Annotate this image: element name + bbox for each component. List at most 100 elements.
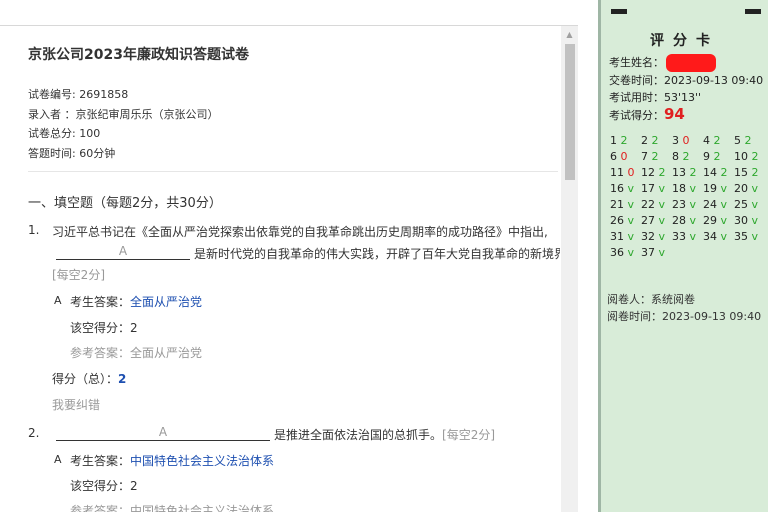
question-number: 2.: [28, 426, 40, 440]
vertical-scrollbar[interactable]: ▲: [561, 26, 578, 512]
question-score-cell[interactable]: 27 v: [641, 214, 665, 227]
exam-score-label: 考试得分：: [609, 109, 664, 122]
candidate-answer-value: 全面从严治党: [130, 295, 203, 309]
question-score-cell[interactable]: 29 v: [703, 214, 727, 227]
question-mark: 2: [658, 166, 666, 179]
exam-document: 京张公司2023年廉政知识答题试卷 试卷编号: 2691858 录入者 ：京张纪…: [0, 0, 578, 512]
question-index: 32: [641, 230, 659, 243]
question-index: 18: [672, 182, 690, 195]
question-score-cell[interactable]: 15 2: [734, 166, 759, 179]
question-mark: 0: [627, 166, 635, 179]
question-score-cell[interactable]: 32 v: [641, 230, 665, 243]
question-score-cell[interactable]: 30 v: [734, 214, 758, 227]
question-index: 15: [734, 166, 752, 179]
question-score-cell[interactable]: 28 v: [672, 214, 696, 227]
reference-answer: 参考答案：全面从严治党: [70, 346, 203, 360]
question-index: 35: [734, 230, 752, 243]
question-score-cell[interactable]: 25 v: [734, 198, 758, 211]
question-mark: v: [720, 198, 728, 211]
question-score-cell[interactable]: 24 v: [703, 198, 727, 211]
question-score-cell[interactable]: 22 v: [641, 198, 665, 211]
question-score-cell[interactable]: 2 2: [641, 134, 659, 147]
question-score-cell[interactable]: 4 2: [703, 134, 721, 147]
question-score-cell[interactable]: 17 v: [641, 182, 665, 195]
question-score-cell[interactable]: 26 v: [610, 214, 634, 227]
question-score-cell[interactable]: 10 2: [734, 150, 759, 163]
question-score-cell[interactable]: 11 0: [610, 166, 635, 179]
question-index: 27: [641, 214, 659, 227]
question-score-cell[interactable]: 21 v: [610, 198, 634, 211]
question-score-cell[interactable]: 33 v: [672, 230, 696, 243]
question-index: 3: [672, 134, 683, 147]
question-mark: 2: [713, 150, 721, 163]
question-mark: v: [627, 230, 635, 243]
total-score-value: 2: [118, 372, 127, 386]
question-score-cell[interactable]: 9 2: [703, 150, 721, 163]
score-card-title: 评分卡: [650, 33, 719, 49]
scroll-up-arrow-icon[interactable]: ▲: [561, 26, 578, 43]
points-note: [每空2分]: [442, 428, 496, 442]
black-bar-mark-icon: [611, 9, 627, 14]
question-index: 33: [672, 230, 690, 243]
question-score-cell[interactable]: 34 v: [703, 230, 727, 243]
question-mark: 2: [744, 134, 752, 147]
blank-score: 该空得分：2: [70, 479, 138, 493]
question-score-cell[interactable]: 36 v: [610, 246, 634, 259]
question-score-cell[interactable]: 18 v: [672, 182, 696, 195]
submit-time: 交卷时间：2023-09-13 09:40: [609, 74, 764, 87]
question-score-cell[interactable]: 8 2: [672, 150, 690, 163]
question-score-cell[interactable]: 35 v: [734, 230, 758, 243]
total-score-label: 得分（总）：: [52, 372, 119, 386]
question-index: 37: [641, 246, 659, 259]
question-index: 12: [641, 166, 659, 179]
question-mark: 2: [651, 134, 659, 147]
paper-duration: 答题时间: 60分钟: [28, 147, 116, 160]
grader: 阅卷人：系统阅卷: [607, 293, 695, 306]
question-score-cell[interactable]: 31 v: [610, 230, 634, 243]
question-index: 20: [734, 182, 752, 195]
question-score-cell[interactable]: 23 v: [672, 198, 696, 211]
question-index: 8: [672, 150, 683, 163]
panel-gap: [578, 0, 600, 512]
question-mark: v: [658, 246, 666, 259]
question-score-cell[interactable]: 1 2: [610, 134, 628, 147]
candidate-answer: 考生答案：全面从严治党: [70, 293, 202, 310]
paper-total-score: 试卷总分: 100: [28, 127, 101, 140]
question-text-cont: 是新时代党的自我革命的伟大实践，开辟了百年大党自我革命的新境界。: [194, 247, 560, 261]
question-mark: 2: [689, 166, 697, 179]
question-index: 4: [703, 134, 714, 147]
question-index: 10: [734, 150, 752, 163]
question-score-cell[interactable]: 3 0: [672, 134, 690, 147]
question-score-cell[interactable]: 7 2: [641, 150, 659, 163]
score-card: 评分卡 考生姓名： 交卷时间：2023-09-13 09:40 考试用时：53'…: [601, 0, 768, 512]
question-mark: v: [627, 198, 635, 211]
question-score-cell[interactable]: 14 2: [703, 166, 728, 179]
question-score-cell[interactable]: 12 2: [641, 166, 666, 179]
question-index: 5: [734, 134, 745, 147]
question-mark: v: [689, 198, 697, 211]
question-mark: v: [627, 246, 635, 259]
question-index: 22: [641, 198, 659, 211]
report-error-link[interactable]: 我要纠错: [52, 396, 100, 413]
question-mark: v: [627, 182, 635, 195]
question-index: 25: [734, 198, 752, 211]
question-mark: v: [689, 182, 697, 195]
question-mark: 0: [682, 134, 690, 147]
question-index: 2: [641, 134, 652, 147]
question-score-cell[interactable]: 16 v: [610, 182, 634, 195]
question-mark: 2: [651, 150, 659, 163]
question-score-cell[interactable]: 5 2: [734, 134, 752, 147]
question-index: 6: [610, 150, 621, 163]
question-score-cell[interactable]: 20 v: [734, 182, 758, 195]
question-mark: v: [751, 198, 759, 211]
blank-score: 该空得分：2: [70, 321, 138, 335]
question-score-cell[interactable]: 19 v: [703, 182, 727, 195]
section-title: 一、填空题（每题2分，共30分）: [28, 196, 222, 211]
question-text: 是推进全面依法治国的总抓手。[每空2分]: [274, 426, 495, 443]
scroll-thumb[interactable]: [565, 44, 575, 180]
question-score-cell[interactable]: 13 2: [672, 166, 697, 179]
name-redaction: [666, 54, 716, 72]
info-divider: [28, 171, 558, 172]
question-score-cell[interactable]: 37 v: [641, 246, 665, 259]
question-score-cell[interactable]: 6 0: [610, 150, 628, 163]
